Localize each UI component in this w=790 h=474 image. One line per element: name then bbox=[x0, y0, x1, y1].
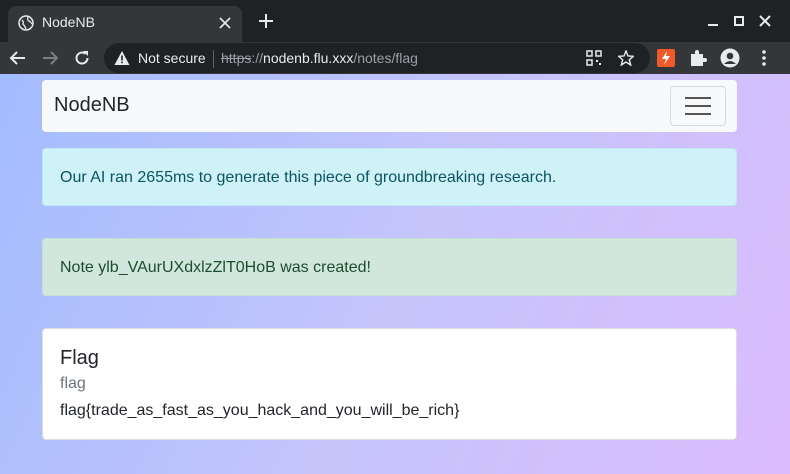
reload-icon[interactable] bbox=[73, 49, 91, 67]
bookmark-star-icon[interactable] bbox=[618, 50, 634, 66]
page-viewport: NodeNB Our AI ran 2655ms to generate thi… bbox=[0, 74, 790, 474]
address-bar[interactable]: Not secure https://nodenb.flu.xxx/notes/… bbox=[104, 43, 650, 73]
browser-tab[interactable]: NodeNB bbox=[8, 6, 242, 42]
hamburger-icon-bar bbox=[685, 105, 711, 107]
success-alert: Note ylb_VAurUXdxlzZlT0HoB was created! bbox=[42, 238, 737, 296]
extension-lightning-icon[interactable] bbox=[656, 48, 676, 68]
url-text[interactable]: https://nodenb.flu.xxx/notes/flag bbox=[221, 50, 418, 66]
note-title: Flag bbox=[60, 347, 99, 369]
url-host: nodenb.flu.xxx bbox=[263, 50, 354, 66]
address-bar-divider bbox=[213, 50, 214, 68]
extensions-puzzle-icon[interactable] bbox=[688, 48, 708, 68]
security-status-label[interactable]: Not secure bbox=[138, 50, 206, 66]
qr-code-icon[interactable] bbox=[586, 50, 602, 66]
new-tab-icon[interactable] bbox=[258, 13, 274, 29]
hamburger-icon bbox=[685, 97, 711, 99]
site-navbar: NodeNB bbox=[42, 80, 737, 132]
note-subtitle: flag bbox=[60, 375, 86, 392]
warning-icon[interactable] bbox=[114, 50, 130, 66]
globe-icon bbox=[18, 15, 34, 31]
note-body: flag{trade_as_fast_as_you_hack_and_you_w… bbox=[60, 402, 460, 419]
url-scheme: https bbox=[221, 50, 252, 66]
close-tab-icon[interactable] bbox=[218, 16, 232, 30]
navbar-brand[interactable]: NodeNB bbox=[54, 94, 130, 117]
maximize-icon[interactable] bbox=[730, 12, 748, 30]
minimize-icon[interactable] bbox=[704, 12, 722, 30]
browser-tab-strip: NodeNB bbox=[0, 0, 790, 42]
browser-toolbar: Not secure https://nodenb.flu.xxx/notes/… bbox=[0, 42, 790, 74]
url-path: /notes/flag bbox=[353, 50, 418, 66]
profile-avatar-icon[interactable] bbox=[720, 48, 740, 68]
navbar-toggler-button[interactable] bbox=[670, 86, 726, 126]
forward-arrow-icon[interactable] bbox=[41, 49, 59, 67]
tab-title: NodeNB bbox=[42, 14, 95, 30]
url-separator: :// bbox=[251, 50, 264, 66]
kebab-menu-icon[interactable] bbox=[754, 48, 774, 68]
close-window-icon[interactable] bbox=[756, 12, 774, 30]
hamburger-icon-bar bbox=[685, 113, 711, 115]
info-alert: Our AI ran 2655ms to generate this piece… bbox=[42, 148, 737, 206]
back-arrow-icon[interactable] bbox=[9, 49, 27, 67]
note-card: Flag flag flag{trade_as_fast_as_you_hack… bbox=[42, 328, 737, 440]
